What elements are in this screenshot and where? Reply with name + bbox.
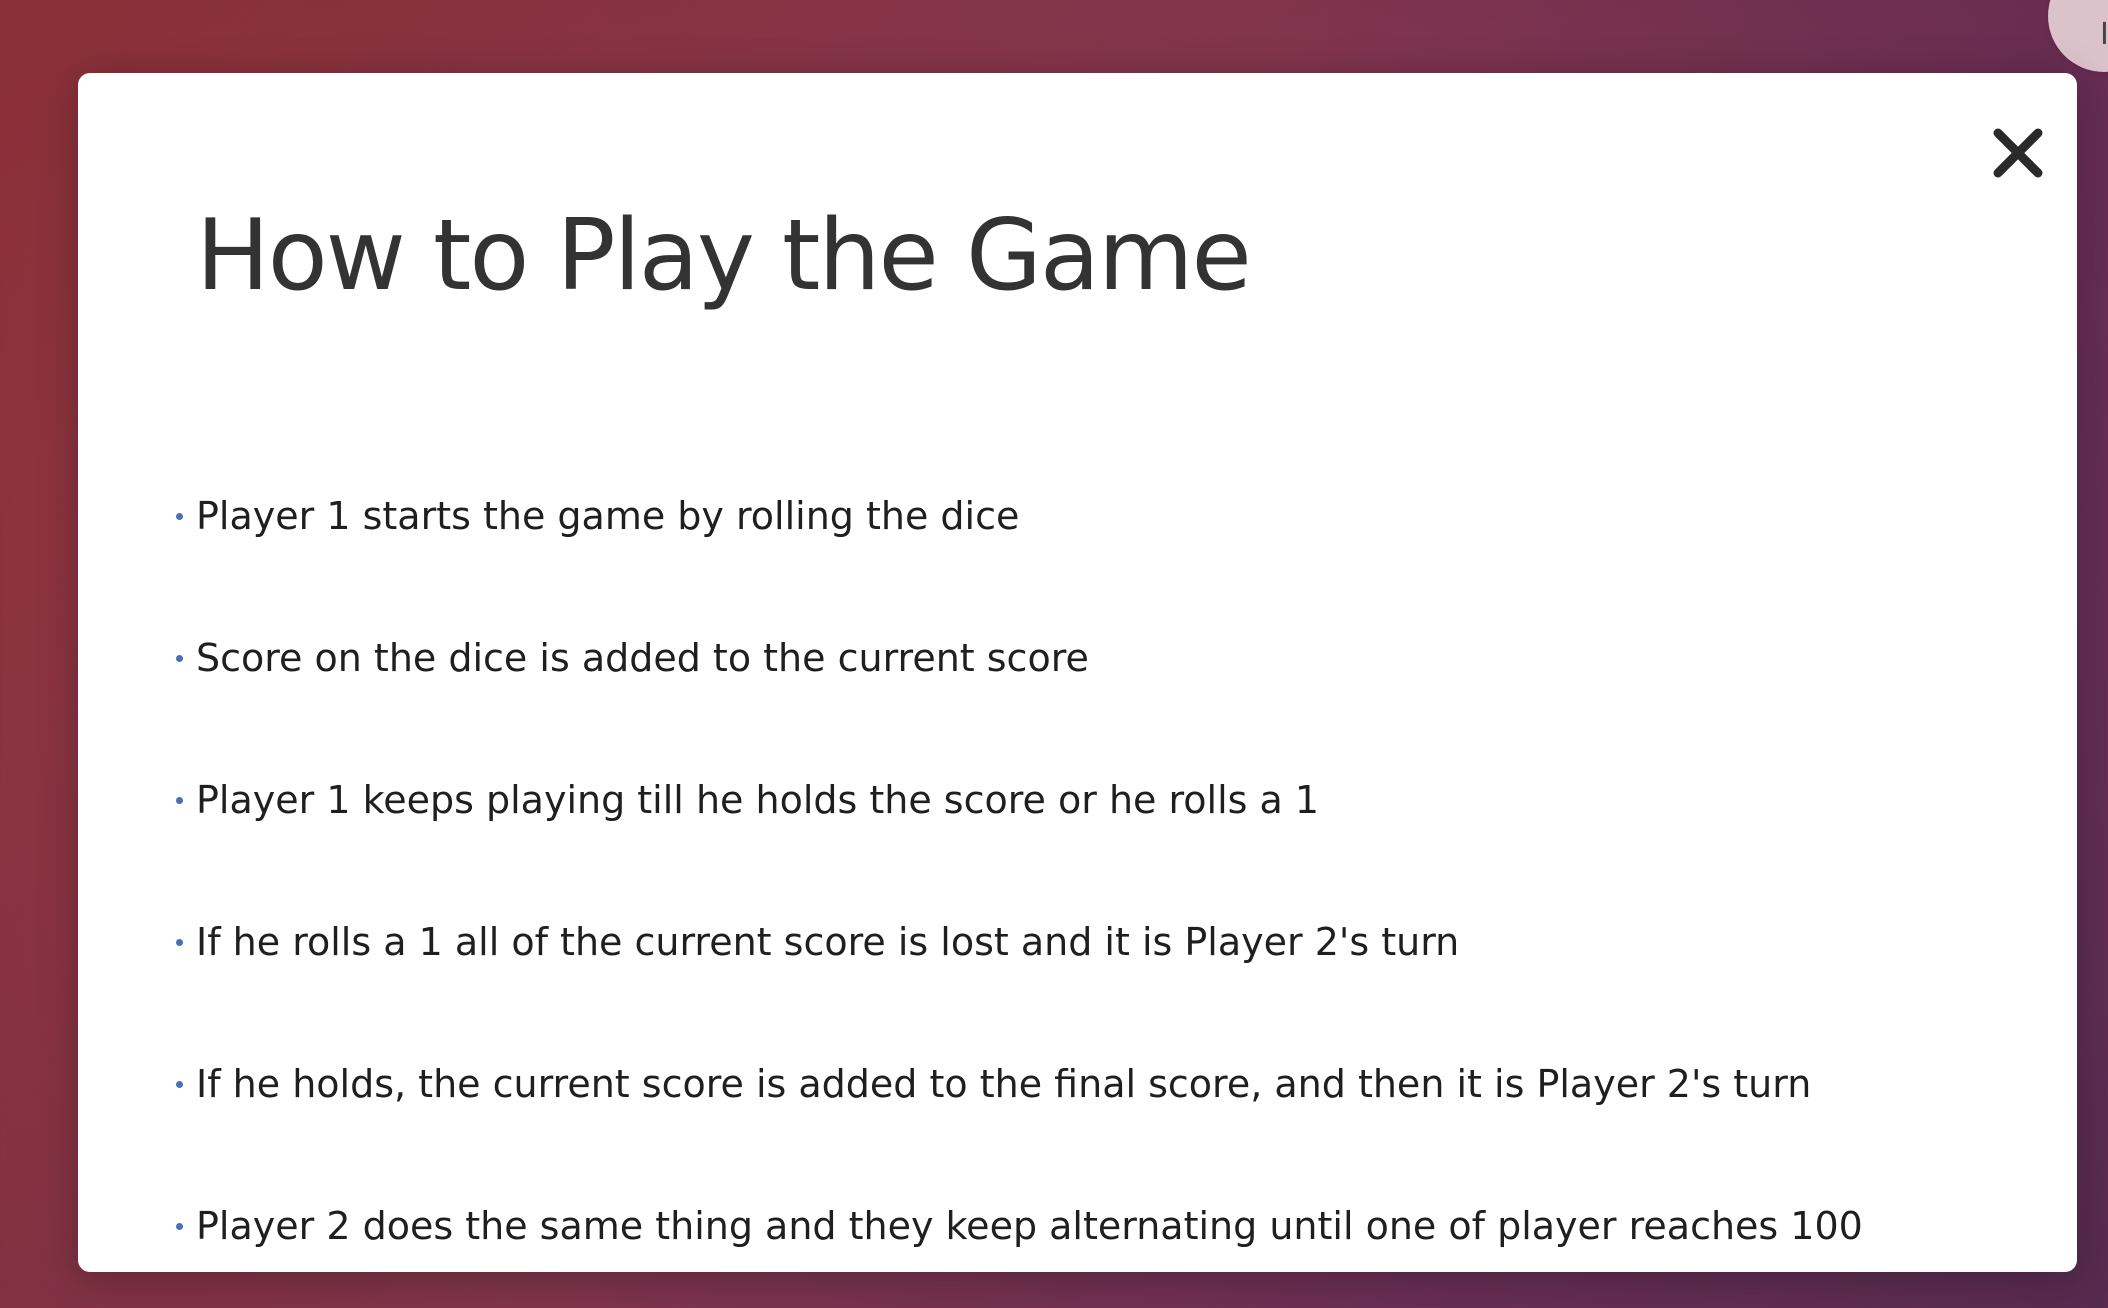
bullet-icon — [176, 1081, 183, 1088]
bullet-icon — [176, 797, 183, 804]
rule-item: If he holds, the current score is added … — [176, 1053, 1863, 1195]
rule-item: If he rolls a 1 all of the current score… — [176, 911, 1863, 1053]
bullet-icon — [176, 655, 183, 662]
rule-item: Player 1 keeps playing till he holds the… — [176, 769, 1863, 911]
rule-text: Player 1 keeps playing till he holds the… — [196, 778, 1320, 822]
rule-text: If he holds, the current score is added … — [196, 1062, 1812, 1106]
rules-list: Player 1 starts the game by rolling the … — [176, 485, 1863, 1308]
modal-title: How to Play the Game — [196, 199, 1252, 313]
bullet-icon — [176, 513, 183, 520]
close-button[interactable] — [1978, 113, 2058, 193]
rule-text: If he rolls a 1 all of the current score… — [196, 920, 1460, 964]
rule-item: Score on the dice is added to the curren… — [176, 627, 1863, 769]
rule-text: Score on the dice is added to the curren… — [196, 636, 1089, 680]
rule-item: Player 1 starts the game by rolling the … — [176, 485, 1863, 627]
info-button-label: I — [2100, 17, 2108, 52]
rule-item: Player 2 does the same thing and they ke… — [176, 1195, 1863, 1308]
close-icon — [1993, 128, 2043, 178]
rule-text: Player 2 does the same thing and they ke… — [196, 1204, 1863, 1248]
info-button[interactable]: I — [2048, 0, 2108, 72]
how-to-play-modal: How to Play the Game Player 1 starts the… — [78, 73, 2077, 1272]
bullet-icon — [176, 1223, 183, 1230]
rule-text: Player 1 starts the game by rolling the … — [196, 494, 1020, 538]
bullet-icon — [176, 939, 183, 946]
